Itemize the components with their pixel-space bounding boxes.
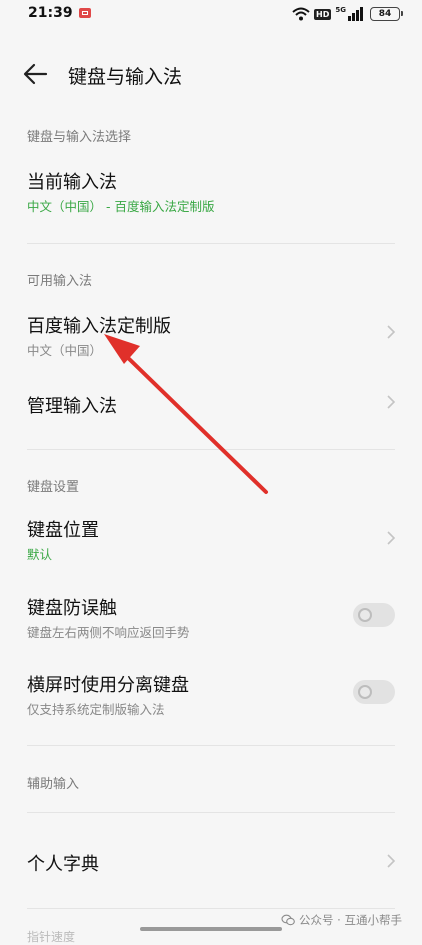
divider bbox=[27, 449, 395, 450]
divider bbox=[27, 243, 395, 244]
section-label-selection: 键盘与输入法选择 bbox=[27, 130, 132, 145]
toggle-knob bbox=[358, 608, 372, 622]
personal-dictionary-title: 个人字典 bbox=[27, 854, 99, 875]
home-indicator[interactable] bbox=[140, 927, 282, 931]
watermark: 公众号 · 互通小帮手 bbox=[281, 912, 402, 928]
battery-icon: 84 bbox=[370, 7, 403, 21]
divider bbox=[27, 908, 395, 909]
wifi-icon bbox=[292, 7, 310, 21]
battery-level: 84 bbox=[378, 9, 392, 19]
current-ime-value: 中文（中国） - 百度输入法定制版 bbox=[27, 199, 215, 214]
baidu-ime-subtitle: 中文（中国） bbox=[27, 343, 103, 358]
keyboard-position-title: 键盘位置 bbox=[27, 520, 99, 541]
signal-icon: 5G bbox=[335, 7, 363, 21]
mistouch-toggle[interactable] bbox=[353, 603, 395, 627]
keyboard-mistouch-subtitle: 键盘左右两侧不响应返回手势 bbox=[27, 625, 190, 640]
split-keyboard-toggle[interactable] bbox=[353, 680, 395, 704]
wechat-icon bbox=[281, 914, 295, 926]
watermark-text: 公众号 · 互通小帮手 bbox=[299, 913, 402, 927]
keyboard-mistouch-title: 键盘防误触 bbox=[27, 598, 117, 619]
current-ime-title: 当前输入法 bbox=[27, 172, 117, 193]
baidu-ime-title: 百度输入法定制版 bbox=[27, 316, 171, 337]
chevron-right-icon bbox=[387, 325, 396, 339]
back-arrow-icon[interactable] bbox=[22, 62, 50, 86]
section-label-keyboard-settings: 键盘设置 bbox=[27, 480, 80, 495]
chevron-right-icon bbox=[387, 395, 396, 409]
section-label-available: 可用输入法 bbox=[27, 274, 93, 289]
page-title: 键盘与输入法 bbox=[68, 66, 183, 88]
header: 键盘与输入法 bbox=[0, 50, 422, 100]
section-label-assist: 辅助输入 bbox=[27, 777, 80, 792]
status-time: 21:39 bbox=[28, 5, 73, 21]
notification-icon bbox=[79, 8, 91, 18]
split-keyboard-title: 横屏时使用分离键盘 bbox=[27, 675, 189, 696]
divider bbox=[27, 812, 395, 813]
toggle-knob bbox=[358, 685, 372, 699]
divider bbox=[27, 745, 395, 746]
chevron-right-icon bbox=[387, 531, 396, 545]
status-bar: 21:39 HD 5G 84 bbox=[0, 0, 422, 28]
status-icons: HD 5G 84 bbox=[292, 4, 403, 24]
chevron-right-icon bbox=[387, 854, 396, 868]
keyboard-position-value: 默认 bbox=[27, 547, 53, 562]
hd-badge: HD bbox=[314, 8, 332, 20]
network-type: 5G bbox=[335, 6, 346, 14]
split-keyboard-subtitle: 仅支持系统定制版输入法 bbox=[27, 702, 165, 717]
manage-ime-title: 管理输入法 bbox=[27, 396, 117, 417]
